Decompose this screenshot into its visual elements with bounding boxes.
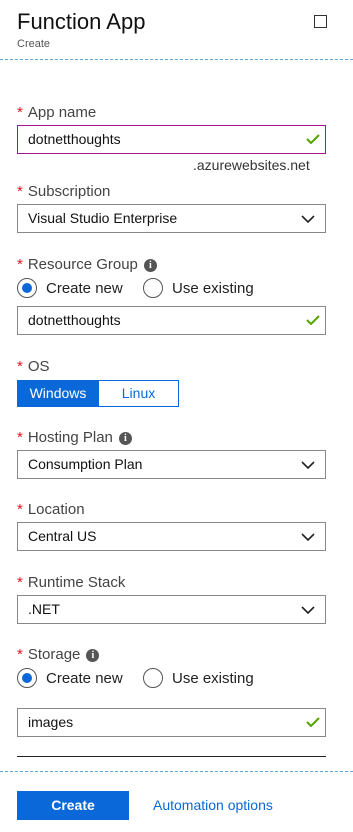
checkmark-icon [306,717,320,727]
required-marker: * [17,104,23,121]
info-icon[interactable]: i [143,258,157,272]
storage-use-existing-radio[interactable] [143,668,163,688]
subscription-value: Visual Studio Enterprise [28,210,178,226]
resource-group-use-existing-label[interactable]: Use existing [172,280,254,297]
header-divider [0,59,353,60]
resource-group-create-new-radio[interactable] [17,278,37,298]
required-marker: * [17,646,23,663]
hosting-plan-label: * Hosting Plan i [17,429,132,446]
chevron-down-icon [301,215,315,224]
blade-title: Function App [17,9,146,34]
create-button[interactable]: Create [17,791,129,820]
subscription-dropdown[interactable]: Visual Studio Enterprise [17,204,326,233]
storage-use-existing-label[interactable]: Use existing [172,670,254,687]
runtime-stack-dropdown[interactable]: .NET [17,595,326,624]
hosting-plan-dropdown[interactable]: Consumption Plan [17,450,326,479]
resource-group-create-new-label[interactable]: Create new [46,280,123,297]
chevron-down-icon [301,606,315,615]
app-name-input[interactable]: dotnetthoughts [17,125,326,154]
storage-create-new-radio[interactable] [17,668,37,688]
required-marker: * [17,429,23,446]
chevron-down-icon [301,461,315,470]
os-windows-toggle[interactable]: Windows [17,380,99,407]
location-dropdown[interactable]: Central US [17,522,326,551]
required-marker: * [17,501,23,518]
checkmark-icon [306,134,320,144]
resource-group-use-existing-radio[interactable] [143,278,163,298]
automation-options-link[interactable]: Automation options [153,797,273,813]
footer-divider [0,771,353,772]
storage-input[interactable]: images [17,708,326,737]
radio-selected-dot [22,673,32,683]
required-marker: * [17,183,23,200]
location-label: * Location [17,501,85,518]
runtime-stack-label: * Runtime Stack [17,574,126,591]
chevron-down-icon [301,533,315,542]
checkmark-icon [306,315,320,325]
info-icon[interactable]: i [86,648,100,662]
runtime-stack-value: .NET [28,601,60,617]
required-marker: * [17,574,23,591]
os-label: * OS [17,358,50,375]
blade-subtitle: Create [17,38,51,50]
app-name-value: dotnetthoughts [28,131,121,147]
resource-group-value: dotnetthoughts [28,312,121,328]
radio-selected-dot [22,283,32,293]
app-name-label: * App name [17,104,97,121]
hosting-plan-value: Consumption Plan [28,456,143,472]
location-value: Central US [28,528,97,544]
storage-label: * Storage i [17,646,100,663]
storage-create-new-label[interactable]: Create new [46,670,123,687]
storage-value: images [28,714,74,730]
subscription-label: * Subscription [17,183,111,200]
resource-group-input[interactable]: dotnetthoughts [17,306,326,335]
required-marker: * [17,358,23,375]
maximize-icon[interactable] [314,15,327,28]
required-marker: * [17,256,23,273]
resource-group-label: * Resource Group i [17,256,157,273]
os-linux-toggle[interactable]: Linux [98,380,179,407]
info-icon[interactable]: i [118,431,132,445]
section-divider [17,756,326,757]
domain-suffix: .azurewebsites.net [193,157,310,173]
